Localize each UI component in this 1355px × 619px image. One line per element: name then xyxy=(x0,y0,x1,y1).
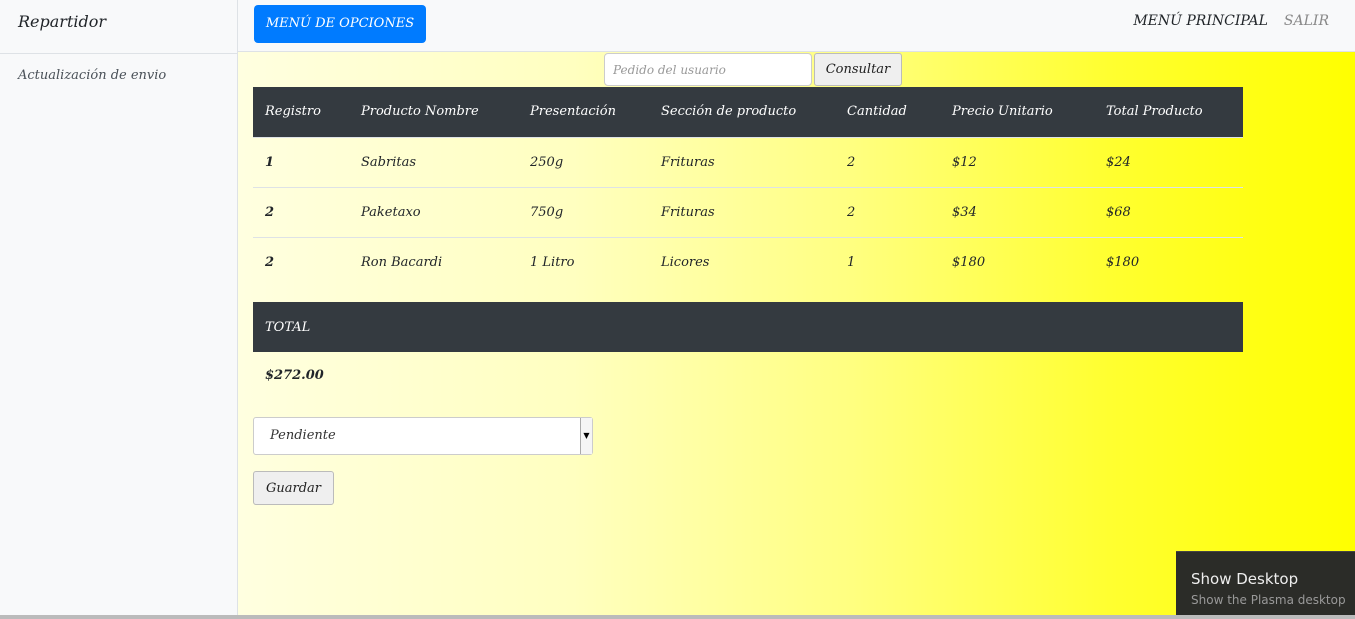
table-cell: Ron Bacardi xyxy=(349,236,518,287)
search-bar: Consultar xyxy=(604,53,902,86)
table-cell: 2 xyxy=(835,186,940,237)
column-header: Registro xyxy=(253,87,349,137)
consult-button[interactable]: Consultar xyxy=(814,53,902,86)
column-header: Precio Unitario xyxy=(940,87,1094,137)
table-row: 2 Paketaxo 750g Frituras 2 $34 $68 xyxy=(253,186,1243,237)
brand-title[interactable]: Repartidor xyxy=(0,0,237,54)
total-header: TOTAL xyxy=(253,302,1243,352)
table-cell: Frituras xyxy=(649,136,835,187)
table-cell: 2 xyxy=(253,236,349,287)
table-header-row: Registro Producto Nombre Presentación Se… xyxy=(253,87,1243,137)
table-cell: 1 xyxy=(253,136,349,187)
order-items-table: Registro Producto Nombre Presentación Se… xyxy=(253,87,1243,287)
table-cell: $34 xyxy=(940,186,1094,237)
table-cell: $180 xyxy=(1094,236,1243,287)
order-search-input[interactable] xyxy=(604,53,812,86)
table-cell: Licores xyxy=(649,236,835,287)
column-header: Presentación xyxy=(518,87,649,137)
dropdown-arrow-icon[interactable]: ▼ xyxy=(580,418,592,454)
column-header: Total Producto xyxy=(1094,87,1243,137)
sidebar-item-update-shipping[interactable]: Actualización de envio xyxy=(0,54,237,97)
column-header: Sección de producto xyxy=(649,87,835,137)
nav-links: MENÚ PRINCIPAL SALIR xyxy=(1133,13,1329,29)
main-content: Consultar Registro Producto Nombre Prese… xyxy=(238,52,1355,615)
table-cell: 1 Litro xyxy=(518,236,649,287)
table-row: 2 Ron Bacardi 1 Litro Licores 1 $180 $18… xyxy=(253,236,1243,287)
show-desktop-tooltip: Show Desktop Show the Plasma desktop xyxy=(1176,551,1355,619)
table-cell: $24 xyxy=(1094,136,1243,187)
table-cell: $180 xyxy=(940,236,1094,287)
sidebar: Repartidor Actualización de envio xyxy=(0,0,238,619)
table-row: 1 Sabritas 250g Frituras 2 $12 $24 xyxy=(253,136,1243,187)
total-value: $272.00 xyxy=(265,367,324,383)
table-cell: 1 xyxy=(835,236,940,287)
logout-link[interactable]: SALIR xyxy=(1284,13,1329,29)
table-cell: 2 xyxy=(253,186,349,237)
table-cell: $68 xyxy=(1094,186,1243,237)
status-selected-value: Pendiente xyxy=(270,428,336,443)
table-cell: Sabritas xyxy=(349,136,518,187)
top-navbar: MENÚ DE OPCIONES MENÚ PRINCIPAL SALIR xyxy=(238,0,1355,52)
column-header: Cantidad xyxy=(835,87,940,137)
main-menu-link[interactable]: MENÚ PRINCIPAL xyxy=(1133,13,1268,29)
table-cell: $12 xyxy=(940,136,1094,187)
window-bottom-border xyxy=(0,615,1355,619)
table-cell: 2 xyxy=(835,136,940,187)
column-header: Producto Nombre xyxy=(349,87,518,137)
tooltip-title: Show Desktop xyxy=(1191,570,1299,588)
total-table: TOTAL $272.00 xyxy=(253,302,1243,398)
table-cell: 250g xyxy=(518,136,649,187)
table-cell: Frituras xyxy=(649,186,835,237)
table-cell: 750g xyxy=(518,186,649,237)
save-button[interactable]: Guardar xyxy=(253,471,334,505)
status-select[interactable]: Pendiente ▼ xyxy=(253,417,593,455)
table-cell: Paketaxo xyxy=(349,186,518,237)
tooltip-subtitle: Show the Plasma desktop xyxy=(1191,593,1346,607)
options-menu-button[interactable]: MENÚ DE OPCIONES xyxy=(254,5,426,43)
